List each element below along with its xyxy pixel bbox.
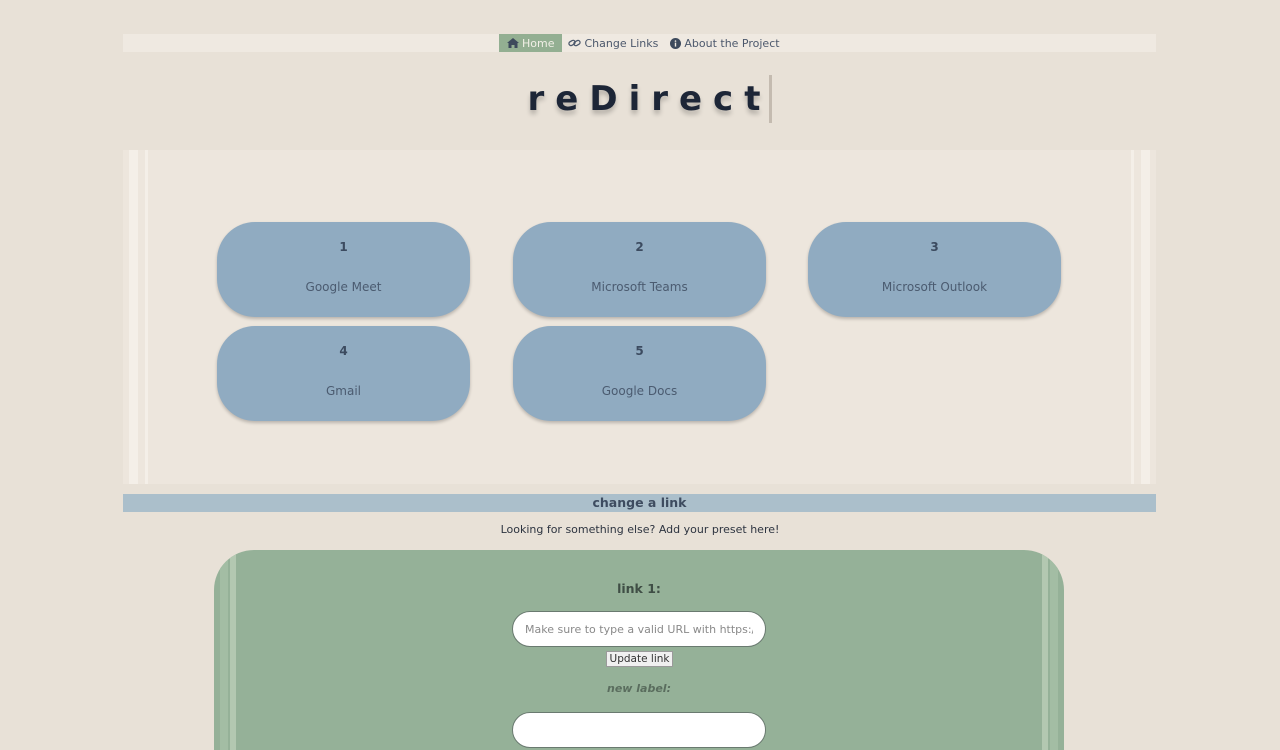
new-label-heading: new label: — [607, 682, 671, 695]
links-panel: 1 Google Meet 2 Microsoft Teams 3 Micros… — [123, 150, 1156, 484]
change-link-form: link 1: Update link new label: — [214, 550, 1064, 750]
nav-item-home[interactable]: Home — [499, 34, 563, 52]
form-stripe — [1050, 550, 1058, 750]
change-link-subtext: Looking for something else? Add your pre… — [500, 523, 780, 536]
panel-stripe — [1131, 150, 1134, 484]
nav-items: Home Change Links About the Project — [499, 34, 786, 52]
card-number: 5 — [635, 344, 644, 358]
link-card-1[interactable]: 1 Google Meet — [217, 222, 470, 317]
home-icon — [507, 38, 519, 48]
link-card-5[interactable]: 5 Google Docs — [513, 326, 766, 421]
card-label: Gmail — [325, 384, 361, 398]
change-link-heading: change a link — [123, 494, 1156, 512]
link-card-4[interactable]: 4 Gmail — [217, 326, 470, 421]
card-number: 1 — [339, 240, 348, 254]
nav-item-label: Change Links — [584, 36, 659, 50]
link-icon — [568, 39, 582, 47]
form-stripe — [220, 550, 228, 750]
page-title: reDirect — [0, 74, 1280, 124]
label-input[interactable] — [512, 712, 766, 748]
nav-item-label: About the Project — [684, 36, 780, 50]
nav-item-label: Home — [522, 36, 555, 50]
link-card-2[interactable]: 2 Microsoft Teams — [513, 222, 766, 317]
card-label: Google Meet — [305, 280, 382, 294]
text-cursor — [769, 75, 773, 123]
link-card-3[interactable]: 3 Microsoft Outlook — [808, 222, 1061, 317]
page-title-text: reDirect — [527, 79, 772, 119]
panel-stripe — [1141, 150, 1150, 484]
link-field-title: link 1: — [617, 581, 661, 596]
nav-item-about[interactable]: About the Project — [664, 34, 785, 52]
top-nav: Home Change Links About the Project — [123, 34, 1156, 52]
panel-stripe — [145, 150, 148, 484]
panel-stripe — [129, 150, 138, 484]
card-number: 3 — [930, 240, 939, 254]
card-number: 2 — [635, 240, 644, 254]
form-stripe — [230, 550, 236, 750]
card-label: Microsoft Teams — [591, 280, 688, 294]
nav-item-change-links[interactable]: Change Links — [562, 34, 664, 52]
card-label: Google Docs — [601, 384, 678, 398]
card-number: 4 — [339, 344, 348, 358]
form-stripe — [1042, 550, 1048, 750]
update-link-button[interactable]: Update link — [606, 651, 673, 667]
url-input[interactable] — [512, 611, 766, 647]
card-label: Microsoft Outlook — [881, 280, 988, 294]
info-icon — [670, 37, 682, 49]
